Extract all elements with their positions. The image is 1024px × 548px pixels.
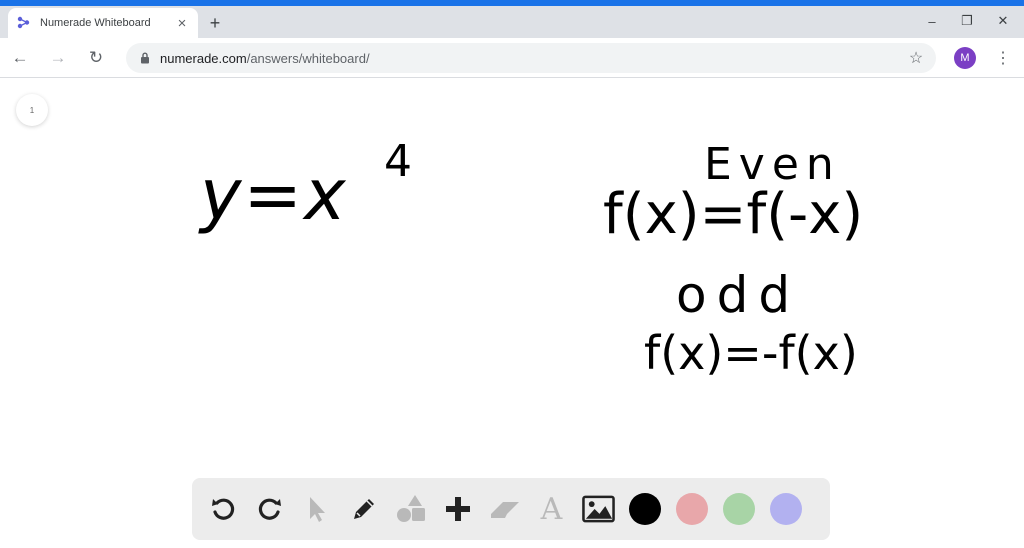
color-swatch-blue[interactable] (770, 493, 802, 525)
window-close-button[interactable]: ✕ (988, 10, 1018, 32)
numerade-favicon-icon (16, 15, 32, 31)
new-tab-button[interactable]: + (204, 12, 226, 34)
forward-icon[interactable]: → (46, 46, 70, 70)
browser-toolbar: ← → ↻ numerade.com/answers/whiteboard/ ☆… (0, 38, 1024, 78)
text-icon[interactable]: A (535, 492, 568, 527)
url-path: /answers/whiteboard/ (246, 50, 370, 66)
color-swatch-black[interactable] (629, 493, 661, 525)
ink-equation-left: y=x (200, 154, 348, 236)
ink-odd-label: odd (676, 266, 801, 324)
back-icon[interactable]: ← (8, 46, 32, 70)
browser-menu-icon[interactable]: ⋮ (993, 46, 1013, 70)
address-bar[interactable]: numerade.com/answers/whiteboard/ ☆ (126, 43, 936, 73)
color-swatch-red[interactable] (676, 493, 708, 525)
lock-icon (138, 51, 152, 65)
ink-even-label: Even (704, 139, 841, 190)
shapes-icon[interactable] (394, 493, 427, 526)
window-restore-button[interactable]: ❐ (952, 10, 982, 32)
color-swatch-green[interactable] (723, 493, 755, 525)
reload-icon[interactable]: ↻ (84, 46, 108, 70)
url-host: numerade.com (160, 50, 247, 66)
ink-odd-rule: f(x)=-f(x) (644, 326, 858, 380)
image-icon[interactable] (582, 493, 615, 526)
page-number-badge[interactable]: 1 (16, 94, 48, 126)
whiteboard-toolbar: A (192, 478, 830, 540)
profile-avatar[interactable]: M (954, 47, 976, 69)
add-icon[interactable] (441, 493, 474, 526)
select-icon[interactable] (300, 493, 333, 526)
window-minimize-button[interactable]: – (917, 10, 947, 32)
pen-icon[interactable] (347, 493, 380, 526)
undo-icon[interactable] (206, 493, 239, 526)
url-text: numerade.com/answers/whiteboard/ (160, 51, 370, 66)
tab-close-icon[interactable]: × (174, 15, 190, 32)
tab-title: Numerade Whiteboard (40, 17, 151, 29)
eraser-icon[interactable] (488, 493, 521, 526)
ink-exponent: 4 (384, 136, 416, 187)
tab-numerade-whiteboard[interactable]: Numerade Whiteboard × (8, 8, 198, 38)
redo-icon[interactable] (253, 493, 286, 526)
bookmark-star-icon[interactable]: ☆ (906, 48, 926, 68)
ink-even-rule: f(x)=f(-x) (603, 182, 864, 247)
tab-strip: Numerade Whiteboard × + – ❐ ✕ (0, 6, 1024, 38)
